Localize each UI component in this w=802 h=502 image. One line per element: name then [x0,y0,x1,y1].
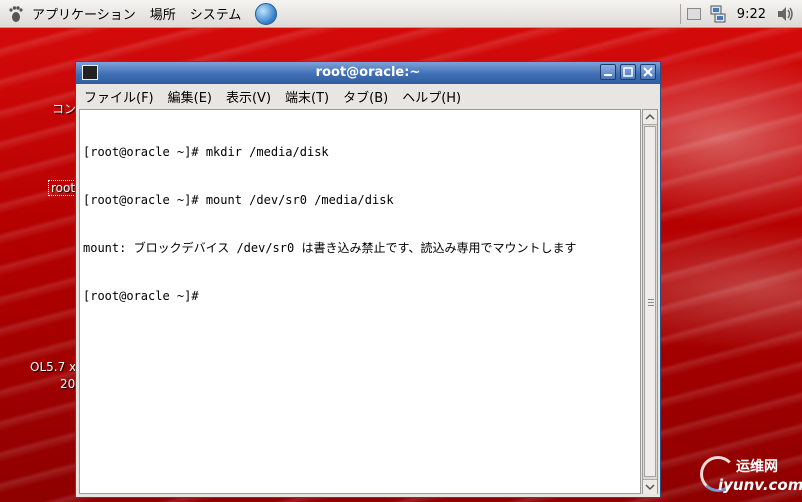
menu-applications[interactable]: アプリケーション [32,4,136,23]
menu-places[interactable]: 場所 [150,4,176,23]
maximize-button[interactable] [620,64,636,80]
window-title: root@oracle:~ [315,65,421,80]
network-icon[interactable] [709,5,727,23]
minimize-button[interactable] [600,64,616,80]
menu-view[interactable]: 表示(V) [226,87,271,106]
scrollbar-grip [648,302,654,303]
scrollbar-grip [648,305,654,306]
volume-icon[interactable] [776,5,796,23]
terminal-prompt-line: [root@oracle ~]# [83,289,199,303]
terminal-line: mount: ブロックデバイス /dev/sr0 は書き込み禁止です、読込み専用… [83,241,577,255]
gnome-foot-icon[interactable] [8,5,24,23]
menu-help[interactable]: ヘルプ(H) [402,87,461,106]
terminal-line: [root@oracle ~]# mount /dev/sr0 /media/d… [83,193,394,207]
panel-tray: 9:22 [674,0,796,28]
notification-icon[interactable] [686,8,701,20]
menu-system[interactable]: システム [190,4,242,23]
terminal-line: [root@oracle ~]# mkdir /media/disk [83,145,329,159]
menu-edit[interactable]: 編集(E) [168,87,212,106]
scrollbar-grip [648,299,654,300]
desktop-icon-label-computer[interactable]: コン [52,100,76,117]
terminal-output[interactable]: [root@oracle ~]# mkdir /media/disk [root… [79,109,641,494]
window-menubar: ファイル(F) 編集(E) 表示(V) 端末(T) タブ(B) ヘルプ(H) [76,84,660,108]
close-button[interactable] [640,64,656,80]
web-browser-icon[interactable] [255,2,278,25]
desktop-icon-label-disc[interactable]: OL5.7 x [30,360,76,374]
scrollbar-thumb[interactable] [644,126,656,477]
window-titlebar[interactable]: root@oracle:~ [76,62,660,84]
top-panel: アプリケーション 場所 システム 9:22 [0,0,802,28]
terminal-scrollbar[interactable] [642,109,658,494]
scroll-up-button[interactable] [643,110,657,125]
menu-tabs[interactable]: タブ(B) [343,87,388,106]
menu-file[interactable]: ファイル(F) [84,87,154,106]
watermark-cn-text: 运维网 [736,459,778,475]
panel-clock[interactable]: 9:22 [737,7,766,22]
menu-terminal[interactable]: 端末(T) [285,87,329,106]
tray-separator [679,4,681,24]
terminal-window: root@oracle:~ ファイル(F) 編集(E) 表示(V) 端末(T) … [75,61,661,498]
watermark-url-text: iyunv.com [718,476,802,494]
desktop-icon-label-disc-2: 20 [60,377,76,391]
desktop-icon-label-home[interactable]: root [48,180,79,196]
watermark: 运维网 iyunv.com [698,454,802,498]
scroll-down-button[interactable] [643,479,657,494]
